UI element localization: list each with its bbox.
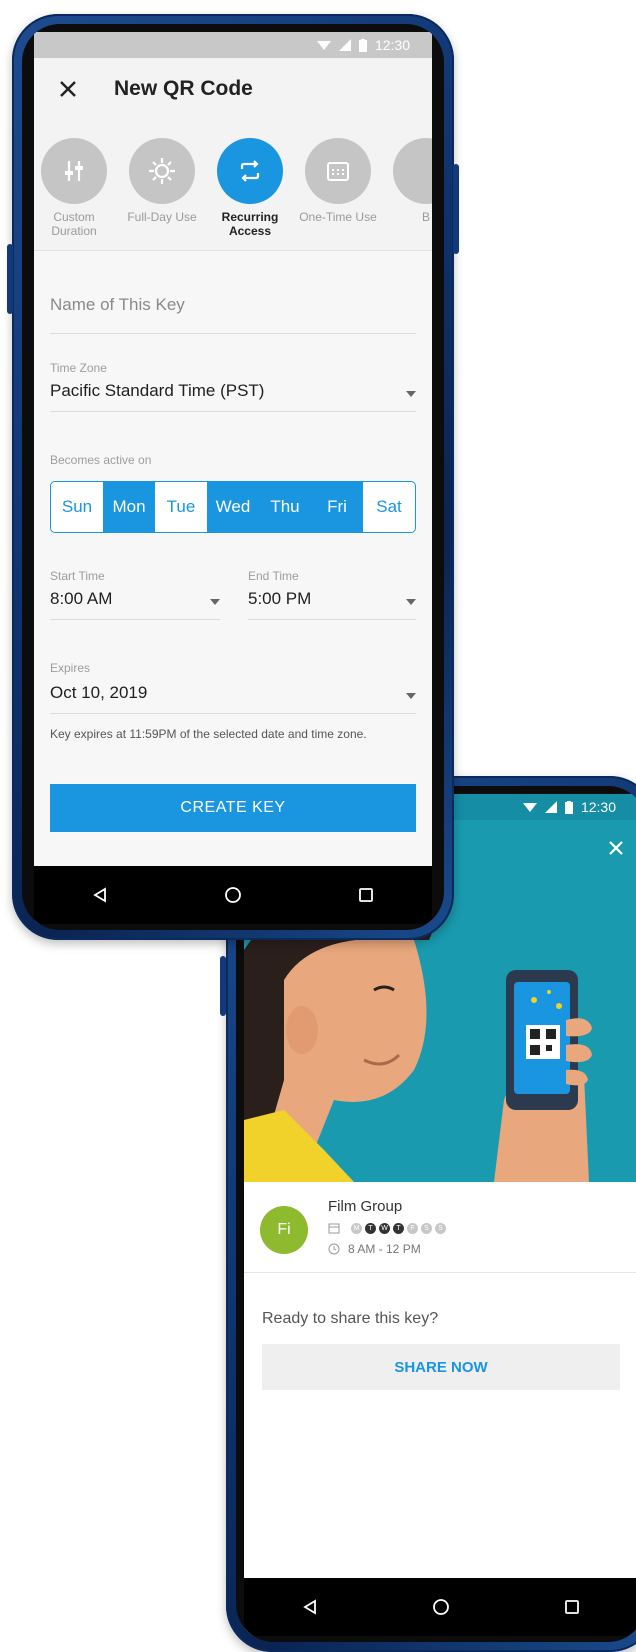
type-custom-duration[interactable]: Custom Duration — [34, 138, 118, 238]
close-icon[interactable] — [58, 79, 78, 99]
active-days-label: Becomes active on — [50, 453, 152, 467]
share-prompt: Ready to share this key? — [262, 1310, 439, 1327]
app-bar: New QR Code — [34, 58, 432, 120]
day-tue[interactable]: Tue — [155, 482, 207, 532]
chevron-down-icon — [406, 391, 416, 397]
day-dot-active: T — [393, 1222, 404, 1234]
close-icon[interactable] — [608, 840, 624, 856]
avatar: Fi — [260, 1206, 308, 1254]
day-sun[interactable]: Sun — [51, 482, 103, 532]
day-wed[interactable]: Wed — [207, 482, 259, 532]
chevron-down-icon — [210, 599, 220, 605]
day-mon[interactable]: Mon — [103, 482, 155, 532]
android-nav-bar — [34, 866, 432, 924]
group-name: Film Group — [328, 1198, 403, 1215]
wifi-icon — [522, 803, 537, 812]
timezone-value: Pacific Standard Time (PST) — [50, 381, 265, 400]
end-time-value: 5:00 PM — [248, 589, 312, 608]
back-icon[interactable] — [290, 1587, 330, 1627]
battery-icon — [564, 800, 573, 814]
days-row: M T W T F S S — [328, 1222, 446, 1234]
phone-mockup-primary: 12:30 New QR Code Custom Duration Full-D… — [7, 14, 459, 940]
sun-icon — [149, 158, 175, 184]
back-icon[interactable] — [80, 875, 120, 915]
home-icon[interactable] — [213, 875, 253, 915]
page-title: New QR Code — [114, 77, 253, 100]
phone-bezel: 12:30 New QR Code Custom Duration Full-D… — [22, 24, 444, 930]
key-name-placeholder: Name of This Key — [50, 295, 185, 314]
wifi-icon — [316, 41, 331, 50]
expires-value: Oct 10, 2019 — [50, 683, 148, 702]
signal-icon — [544, 801, 557, 813]
start-time-value: 8:00 AM — [50, 589, 113, 608]
divider — [244, 1272, 636, 1273]
day-dot: S — [421, 1222, 432, 1234]
day-selector: Sun Mon Tue Wed Thu Fri Sat — [50, 481, 416, 533]
day-sat[interactable]: Sat — [363, 482, 415, 532]
type-label: One-Time Use — [299, 210, 377, 224]
clock-icon — [328, 1243, 340, 1255]
end-time-label: End Time — [248, 569, 299, 583]
key-summary-card: Fi Film Group M T W T F S S 8 AM - 12 PM — [244, 1182, 636, 1578]
day-dot: F — [407, 1222, 418, 1234]
type-label: Custom Duration — [51, 210, 97, 238]
recents-icon[interactable] — [552, 1587, 592, 1627]
status-time: 12:30 — [580, 799, 616, 815]
timezone-select[interactable]: Time Zone Pacific Standard Time (PST) — [50, 361, 416, 412]
sliders-icon — [65, 161, 83, 181]
battery-icon — [358, 38, 367, 52]
day-dot: M — [351, 1222, 362, 1234]
day-dot: S — [435, 1222, 446, 1234]
recents-icon[interactable] — [346, 875, 386, 915]
day-dot-active: W — [379, 1222, 390, 1234]
day-thu[interactable]: Thu — [259, 482, 311, 532]
expires-label: Expires — [50, 661, 91, 675]
type-recurring-access[interactable]: Recurring Access — [206, 138, 294, 238]
status-time: 12:30 — [374, 37, 410, 53]
side-button — [7, 244, 13, 314]
type-partial[interactable]: B — [382, 138, 432, 224]
type-one-time-use[interactable]: One-Time Use — [294, 138, 382, 224]
day-fri[interactable]: Fri — [311, 482, 363, 532]
share-now-button[interactable]: SHARE NOW — [262, 1344, 620, 1390]
create-key-button[interactable]: CREATE KEY — [50, 784, 416, 832]
chevron-down-icon — [406, 599, 416, 605]
new-qr-code-screen: 12:30 New QR Code Custom Duration Full-D… — [34, 32, 432, 924]
home-icon[interactable] — [421, 1587, 461, 1627]
day-dot-active: T — [365, 1222, 376, 1234]
start-time-label: Start Time — [50, 569, 105, 583]
type-label: B — [421, 210, 430, 224]
timezone-label: Time Zone — [50, 361, 107, 375]
key-name-field[interactable]: Name of This Key — [50, 295, 416, 334]
side-button — [453, 164, 459, 254]
status-bar: 12:30 — [34, 32, 432, 58]
type-full-day-use[interactable]: Full-Day Use — [118, 138, 206, 224]
android-nav-bar — [244, 1578, 636, 1636]
calendar-icon — [328, 1223, 340, 1234]
time-range: 8 AM - 12 PM — [348, 1242, 421, 1256]
signal-icon — [338, 39, 351, 51]
start-time-select[interactable]: Start Time 8:00 AM — [50, 569, 220, 620]
calendar-icon — [327, 162, 349, 181]
end-time-select[interactable]: End Time 5:00 PM — [248, 569, 416, 620]
chevron-down-icon — [406, 693, 416, 699]
side-button — [220, 956, 226, 1016]
repeat-icon — [240, 160, 260, 182]
type-label: Full-Day Use — [127, 210, 197, 224]
type-label: Recurring Access — [221, 210, 279, 238]
key-form: Name of This Key Time Zone Pacific Stand… — [34, 251, 432, 866]
key-type-selector: Custom Duration Full-Day Use Recurring A… — [34, 120, 432, 251]
expires-select[interactable]: Expires Oct 10, 2019 — [50, 661, 416, 714]
expiry-hint: Key expires at 11:59PM of the selected d… — [50, 727, 367, 741]
time-row: 8 AM - 12 PM — [328, 1242, 421, 1256]
